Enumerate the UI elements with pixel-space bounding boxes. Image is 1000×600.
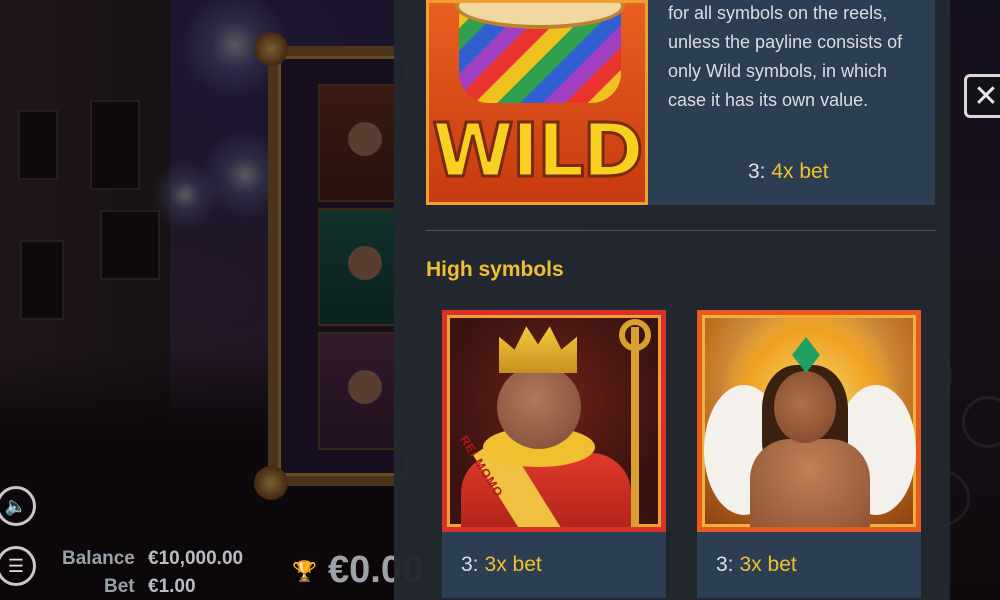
close-button[interactable]: ✕ — [964, 74, 1000, 118]
king-momo-payout-count: 3: — [461, 553, 479, 576]
wild-symbol-image: WILD — [426, 0, 648, 205]
wild-payout-count: 3: — [748, 160, 766, 183]
wild-payout: 3: 4x bet — [748, 160, 829, 184]
king-momo-image: REI MOMO — [442, 310, 666, 532]
section-divider — [426, 230, 936, 231]
wild-description: for all symbols on the reels, unless the… — [668, 3, 903, 110]
bet-value: €1.00 — [148, 576, 196, 597]
close-icon: ✕ — [973, 79, 999, 113]
wild-logo-text: WILD — [431, 107, 645, 196]
samba-dancer-payout-count: 3: — [716, 553, 734, 576]
symbol-card-king-momo: REI MOMO 3: 3x bet — [442, 310, 666, 598]
wild-payout-multiplier: 4x bet — [771, 160, 829, 183]
high-symbols-title: High symbols — [426, 258, 564, 281]
balance-value: €10,000.00 — [148, 548, 244, 569]
menu-icon: ☰ — [7, 555, 25, 576]
bet-label: Bet — [104, 576, 135, 597]
king-momo-payout-multiplier: 3x bet — [484, 553, 542, 576]
samba-dancer-payout: 3: 3x bet — [697, 532, 921, 598]
symbol-card-samba-dancer: 3: 3x bet — [697, 310, 921, 598]
balance-label: Balance — [62, 548, 135, 569]
samba-dancer-payout-multiplier: 3x bet — [739, 553, 797, 576]
samba-dancer-image — [697, 310, 921, 532]
king-momo-payout: 3: 3x bet — [442, 532, 666, 598]
trophy-icon: 🏆 — [292, 561, 317, 583]
speaker-icon: 🔈 — [4, 495, 28, 516]
